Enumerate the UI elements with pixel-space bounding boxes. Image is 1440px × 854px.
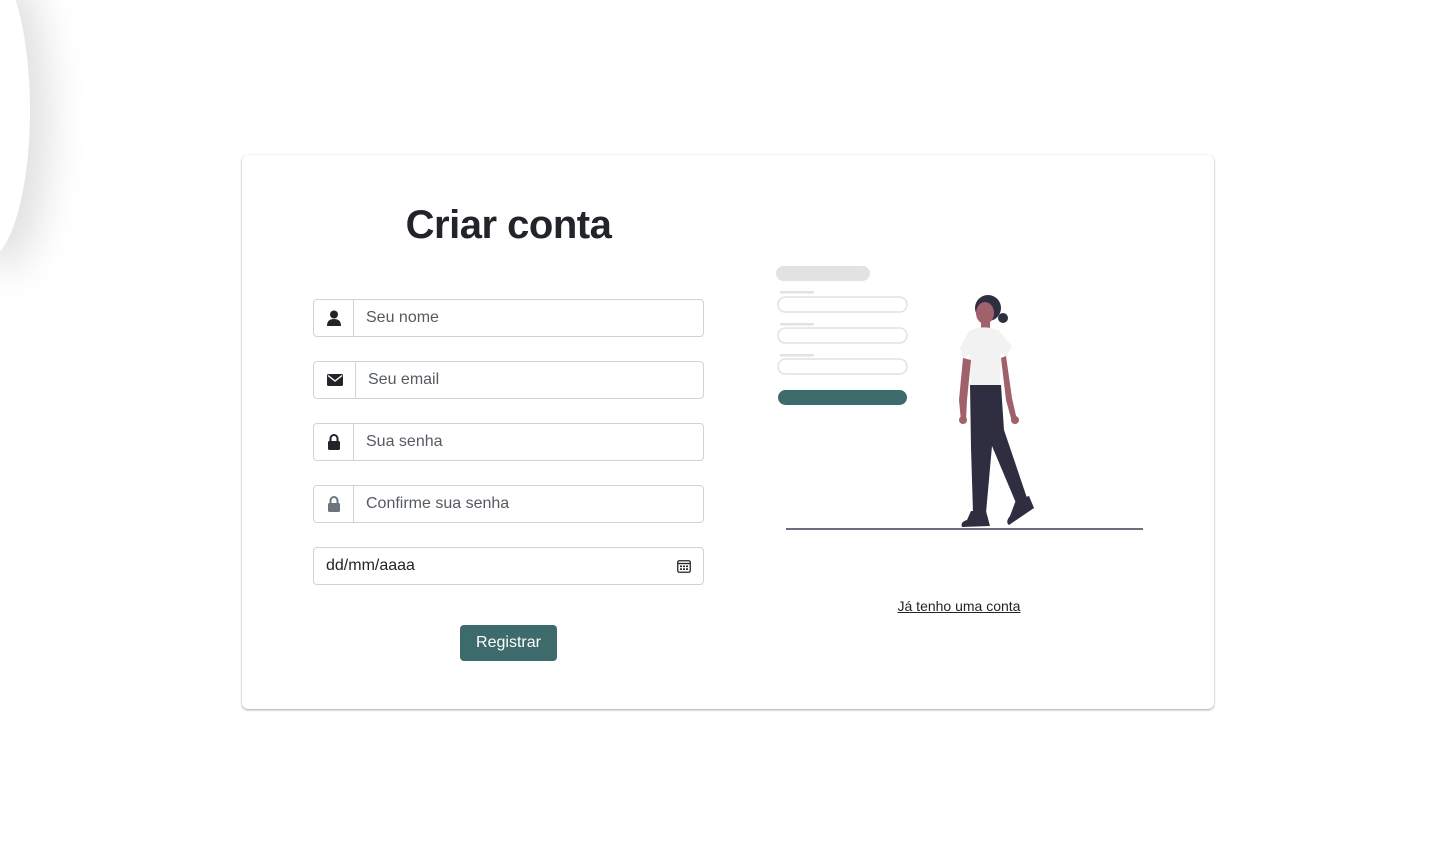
already-have-account-link[interactable]: Já tenho uma conta — [842, 598, 1076, 614]
name-field-group — [313, 299, 704, 337]
background-shadow — [0, 0, 30, 260]
password-input[interactable] — [354, 424, 703, 460]
envelope-icon — [314, 362, 356, 398]
name-input[interactable] — [354, 300, 703, 336]
confirm-password-input[interactable] — [354, 486, 703, 522]
confirm-password-field-group — [313, 485, 704, 523]
calendar-icon[interactable] — [665, 548, 703, 584]
register-button[interactable]: Registrar — [460, 625, 557, 661]
lock-icon — [314, 424, 354, 460]
mock-form-header — [776, 266, 870, 281]
page-title: Criar conta — [405, 203, 612, 247]
email-field-group — [313, 361, 704, 399]
password-field-group — [313, 423, 704, 461]
signup-illustration — [776, 266, 1143, 530]
mock-submit-button — [778, 390, 907, 405]
email-input[interactable] — [356, 362, 703, 398]
lock-icon — [314, 486, 354, 522]
user-icon — [314, 300, 354, 336]
date-input[interactable]: dd/mm/aaaa — [314, 548, 665, 584]
person-figure — [959, 295, 1034, 527]
birthdate-field[interactable]: dd/mm/aaaa — [313, 547, 704, 585]
register-card: Criar conta dd/mm/aaaa Registrar — [242, 155, 1214, 709]
